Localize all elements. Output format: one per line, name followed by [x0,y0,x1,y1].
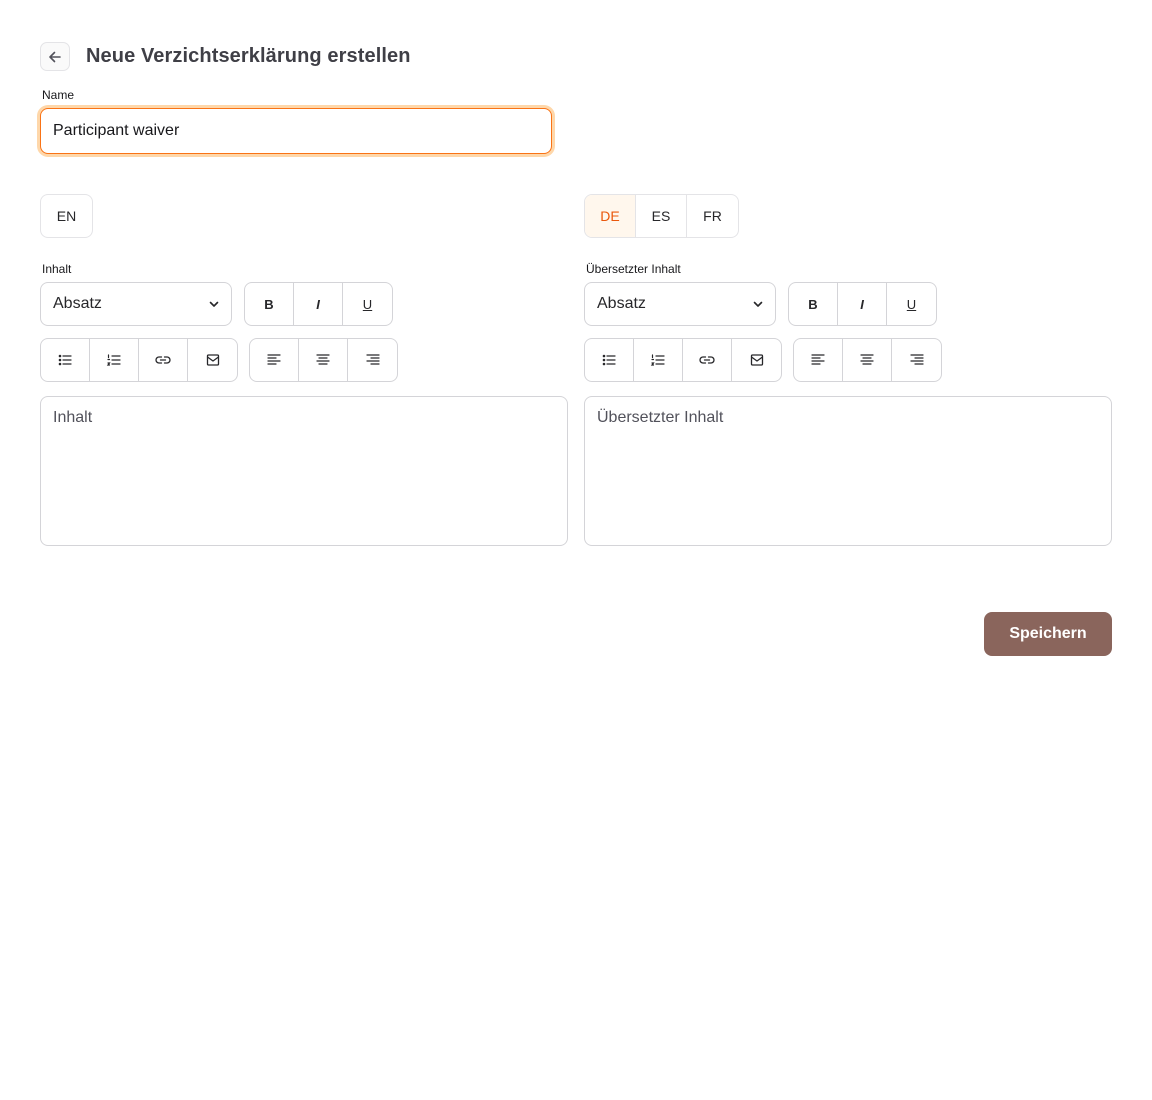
content-label: Inhalt [42,262,72,276]
page-header: Neue Verzichtserklärung erstellen [40,42,411,71]
align-left-icon [810,352,826,368]
tab-fr[interactable]: FR [687,195,738,237]
name-input[interactable] [40,108,552,154]
numbered-list-icon [106,352,122,368]
align-center-icon [315,352,331,368]
translated-bold-button[interactable]: B [789,283,838,325]
mail-icon [205,352,221,368]
translated-link-button[interactable] [683,339,732,381]
align-right-button[interactable] [348,339,397,381]
translated-block-type-value: Absatz [597,295,646,312]
translated-align-center-button[interactable] [843,339,892,381]
bold-button[interactable]: B [245,283,294,325]
link-icon [699,352,715,368]
alignment-button-group [249,338,398,382]
mail-icon [749,352,765,368]
link-button[interactable] [139,339,188,381]
align-center-icon [859,352,875,368]
tab-en[interactable]: EN [41,195,92,237]
translated-underline-button[interactable]: U [887,283,936,325]
align-left-button[interactable] [250,339,299,381]
content-editor-placeholder: Inhalt [53,409,93,426]
align-left-icon [266,352,282,368]
translated-bullet-list-button[interactable] [585,339,634,381]
bullet-list-icon [57,352,73,368]
translated-alignment-button-group [793,338,942,382]
translated-mail-button[interactable] [732,339,781,381]
translated-insert-button-group [584,338,782,382]
tab-es[interactable]: ES [636,195,687,237]
translated-align-right-button[interactable] [892,339,941,381]
translated-align-left-button[interactable] [794,339,843,381]
italic-button[interactable]: I [294,283,343,325]
numbered-list-button[interactable] [90,339,139,381]
bold-icon: B [264,296,274,312]
chevron-down-icon [207,297,221,311]
insert-button-group [40,338,238,382]
chevron-down-icon [751,297,765,311]
mail-button[interactable] [188,339,237,381]
link-icon [155,352,171,368]
translation-language-tabs: DE ES FR [584,194,739,238]
numbered-list-icon [650,352,666,368]
translated-format-button-group: B I U [788,282,937,326]
underline-button[interactable]: U [343,283,392,325]
underline-icon: U [906,296,917,312]
content-editor[interactable]: Inhalt [40,396,568,546]
format-button-group: B I U [244,282,393,326]
translated-numbered-list-button[interactable] [634,339,683,381]
block-type-select[interactable]: Absatz [40,282,232,326]
translated-block-type-select[interactable]: Absatz [584,282,776,326]
translated-content-label: Übersetzter Inhalt [586,262,681,276]
align-center-button[interactable] [299,339,348,381]
page-title: Neue Verzichtserklärung erstellen [86,45,411,67]
bold-icon: B [808,296,818,312]
save-button[interactable]: Speichern [984,612,1112,656]
italic-icon: I [316,296,320,312]
bullet-list-icon [601,352,617,368]
align-right-icon [909,352,925,368]
source-language-tabs: EN [40,194,93,238]
back-button[interactable] [40,42,70,71]
translated-content-editor-placeholder: Übersetzter Inhalt [597,409,724,426]
tab-de[interactable]: DE [585,195,636,237]
translated-italic-button[interactable]: I [838,283,887,325]
underline-icon: U [362,296,373,312]
translated-content-editor[interactable]: Übersetzter Inhalt [584,396,1112,546]
italic-icon: I [860,296,864,312]
bullet-list-button[interactable] [41,339,90,381]
block-type-value: Absatz [53,295,102,312]
arrow-left-icon [47,49,63,65]
name-label: Name [42,88,75,102]
align-right-icon [365,352,381,368]
